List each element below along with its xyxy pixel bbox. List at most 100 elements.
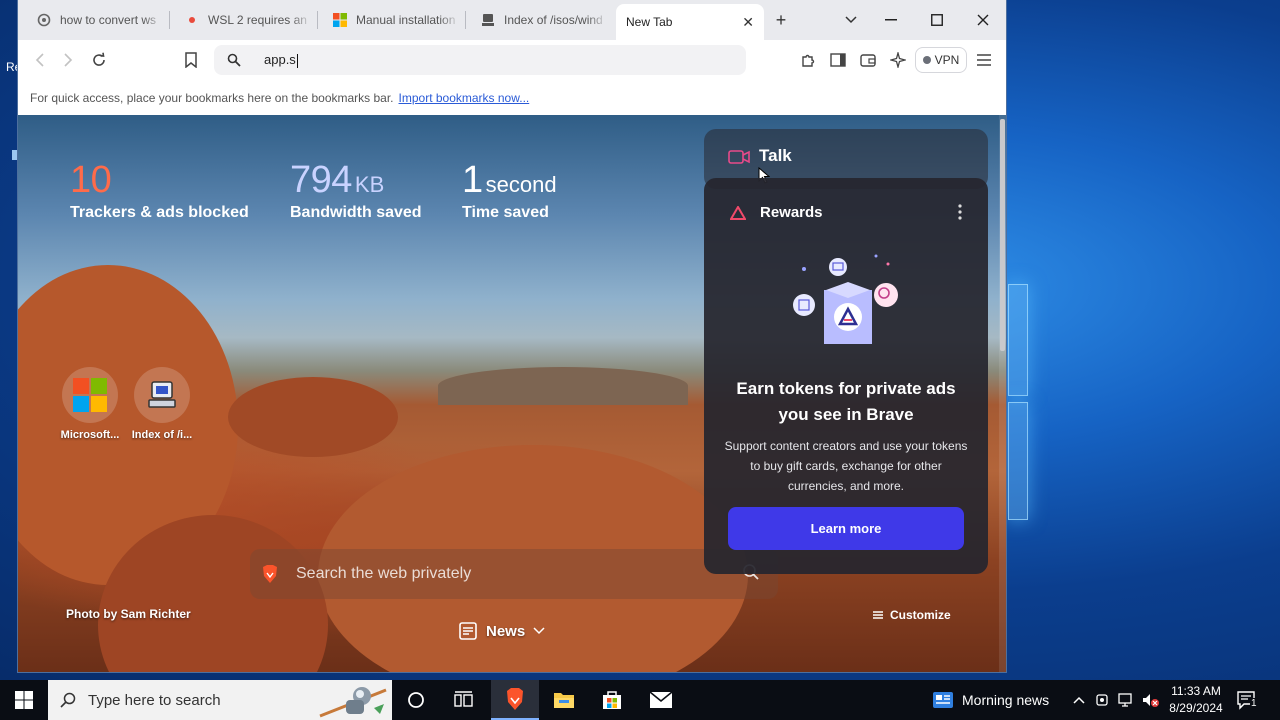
meet-now-icon[interactable]	[1094, 691, 1112, 709]
back-arrow-icon[interactable]	[28, 48, 52, 72]
address-bar[interactable]: app.s	[214, 45, 746, 75]
background-rock	[228, 377, 398, 457]
clock-time: 11:33 AM	[1171, 684, 1221, 698]
taskbar: Type here to search Morning news 11:33 A…	[0, 680, 1280, 720]
server-icon	[480, 12, 496, 28]
volume-muted-icon[interactable]	[1142, 691, 1160, 709]
tab-how-to-convert[interactable]: how to convert ws	[26, 6, 174, 34]
microsoft-icon	[332, 12, 348, 28]
taskbar-microsoft-store[interactable]	[588, 680, 636, 720]
import-bookmarks-link[interactable]: Import bookmarks now...	[399, 91, 530, 105]
tab-label: New Tab	[626, 15, 673, 29]
wallet-icon[interactable]	[856, 48, 880, 72]
news-and-interests[interactable]: Morning news	[932, 680, 1049, 720]
close-tab-icon[interactable]: ✕	[742, 14, 754, 31]
taskbar-file-explorer[interactable]	[540, 680, 588, 720]
tile-label: Microsoft...	[60, 429, 120, 441]
tab-new-tab[interactable]: New Tab ✕	[616, 4, 764, 40]
rewards-widget: Rewards Earn tokens for private ads you	[704, 178, 988, 574]
task-view-button[interactable]	[440, 680, 488, 720]
leo-ai-icon[interactable]	[886, 48, 910, 72]
network-icon[interactable]	[1118, 691, 1136, 709]
microsoft-icon	[62, 367, 118, 423]
server-icon	[134, 367, 190, 423]
ntp-search-bar[interactable]: Search the web privately	[250, 549, 778, 599]
photo-credit[interactable]: Photo by Sam Richter	[66, 607, 191, 621]
forward-arrow-icon[interactable]	[56, 48, 80, 72]
new-tab-button[interactable]: +	[769, 8, 793, 32]
search-icon	[214, 53, 254, 67]
cortana-button[interactable]	[392, 680, 440, 720]
talk-label: Talk	[759, 146, 792, 165]
bookmarks-bar: For quick access, place your bookmarks h…	[18, 80, 1006, 115]
menu-hamburger-icon[interactable]	[972, 48, 996, 72]
learn-more-button[interactable]: Learn more	[728, 507, 964, 550]
vpn-status-dot-icon	[922, 56, 931, 64]
tab-search-chevron-icon[interactable]	[839, 8, 863, 32]
search-icon	[48, 692, 88, 708]
news-toggle[interactable]: News	[458, 621, 545, 641]
taskbar-brave-app[interactable]	[491, 680, 539, 720]
search-highlight-illustration-icon	[316, 682, 390, 720]
maximize-button[interactable]	[925, 8, 949, 32]
rewards-description: Support content creators and use your to…	[724, 439, 968, 493]
reload-icon[interactable]	[87, 48, 111, 72]
bookmark-icon[interactable]	[179, 48, 203, 72]
red-dot-icon	[184, 12, 200, 28]
notification-count-badge: 1	[1250, 698, 1258, 709]
news-icon	[459, 622, 477, 640]
taskbar-mail[interactable]	[637, 680, 685, 720]
address-input[interactable]: app.s	[264, 52, 298, 68]
start-button[interactable]	[0, 680, 48, 720]
tab-label: Index of /isos/wind	[504, 13, 603, 27]
task-view-icon	[454, 691, 473, 707]
background-mountain	[438, 367, 688, 405]
tab-index-of-isos[interactable]: Index of /isos/wind	[470, 6, 618, 34]
customize-button[interactable]: Customize	[872, 608, 951, 622]
system-clock[interactable]: 11:33 AM 8/29/2024	[1160, 683, 1232, 717]
stat-bandwidth-saved: 794 KB Bandwidth saved	[290, 159, 422, 222]
minimize-button[interactable]	[879, 8, 903, 32]
sliders-icon	[873, 611, 883, 619]
extensions-puzzle-icon[interactable]	[796, 48, 820, 72]
rewards-gift-illustration-icon	[788, 254, 908, 359]
tab-label: WSL 2 requires an	[208, 13, 307, 27]
stat-unit: second	[485, 172, 557, 197]
top-site-tile-microsoft[interactable]: Microsoft...	[55, 367, 125, 441]
tab-wsl2-requires[interactable]: WSL 2 requires an	[174, 6, 322, 34]
stat-label: Bandwidth saved	[290, 204, 422, 221]
text-caret	[296, 53, 298, 68]
tray-overflow-chevron-icon[interactable]	[1070, 691, 1088, 709]
rewards-heading: Earn tokens for private ads you see in B…	[736, 379, 956, 424]
cortana-circle-icon	[408, 692, 424, 708]
clock-date: 8/29/2024	[1169, 701, 1223, 715]
taskbar-search-box[interactable]: Type here to search	[48, 680, 392, 720]
close-window-button[interactable]	[971, 8, 995, 32]
news-label: News	[486, 622, 526, 640]
tile-label: Index of /i...	[131, 429, 193, 441]
stat-value: 1	[462, 159, 483, 201]
tab-separator	[169, 11, 170, 29]
stat-label: Trackers & ads blocked	[70, 204, 249, 221]
tab-label: how to convert ws	[60, 13, 157, 27]
scrollbar-thumb[interactable]	[1000, 119, 1005, 351]
tab-bar: how to convert ws WSL 2 requires an Manu…	[18, 0, 1006, 40]
chevron-down-icon	[533, 627, 545, 635]
browser-window: how to convert ws WSL 2 requires an Manu…	[18, 0, 1006, 672]
search-placeholder: Search the web privately	[296, 565, 472, 582]
brave-search-icon	[36, 12, 52, 28]
video-camera-icon	[728, 149, 750, 170]
tab-manual-installation[interactable]: Manual installation	[322, 6, 470, 34]
windows-logo-pane	[1008, 284, 1028, 396]
windows-start-icon	[15, 691, 33, 709]
action-center-button[interactable]: 1	[1236, 690, 1258, 710]
more-options-icon[interactable]	[958, 204, 962, 225]
top-site-tile-index[interactable]: Index of /i...	[127, 367, 197, 441]
sidebar-toggle-icon[interactable]	[826, 48, 850, 72]
tab-label: Manual installation	[356, 13, 456, 27]
vpn-button[interactable]: VPN	[915, 47, 967, 73]
brave-rewards-triangle-icon	[729, 205, 747, 225]
customize-label: Customize	[890, 608, 951, 622]
news-widget-icon	[933, 692, 953, 708]
toolbar: app.s VPN	[18, 40, 1006, 80]
